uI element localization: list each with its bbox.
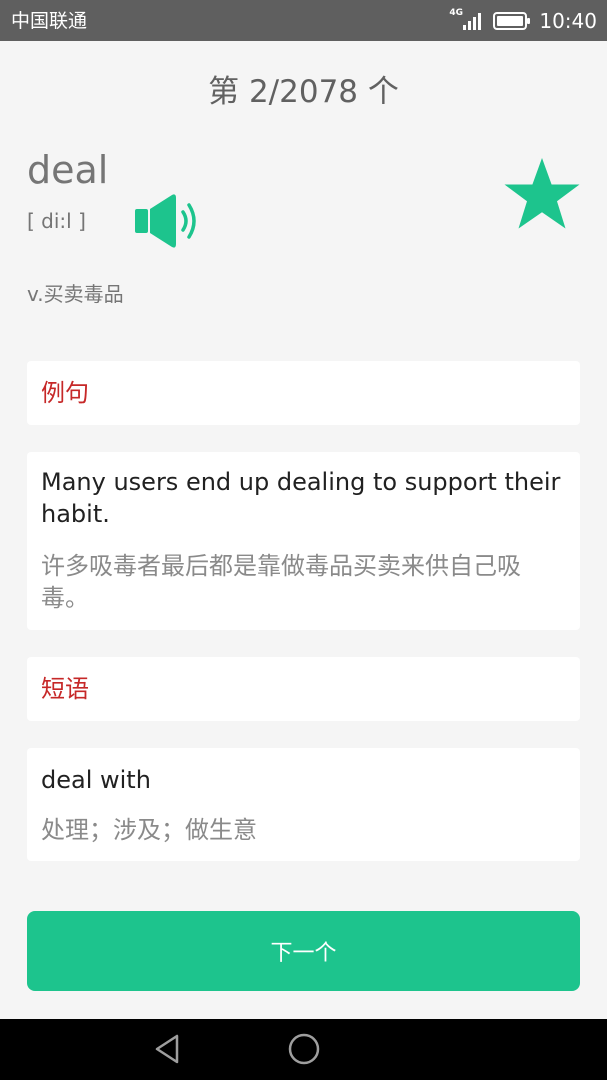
navigation-bar bbox=[0, 1019, 607, 1080]
phrases-header: 短语 bbox=[27, 657, 580, 721]
signal-icon: 4G bbox=[449, 8, 485, 32]
phrase-zh: 处理；涉及；做生意 bbox=[41, 816, 257, 844]
example-card: Many users end up dealing to support the… bbox=[27, 452, 580, 630]
examples-title: 例句 bbox=[41, 379, 89, 407]
example-sentence-en: Many users end up dealing to support the… bbox=[41, 468, 561, 528]
phrases-title: 短语 bbox=[41, 675, 89, 703]
clock: 10:40 bbox=[539, 9, 597, 33]
phrase-en: deal with bbox=[41, 766, 151, 794]
example-sentence-zh: 许多吸毒者最后都是靠做毒品买卖来供自己吸毒。 bbox=[41, 552, 521, 612]
status-bar: 中国联通 4G 10:40 bbox=[0, 0, 607, 41]
star-icon[interactable] bbox=[502, 156, 582, 234]
battery-icon bbox=[493, 12, 531, 30]
next-button[interactable]: 下一个 bbox=[27, 911, 580, 991]
phonetic-text: [ di:l ] bbox=[27, 209, 86, 233]
phrase-card: deal with 处理；涉及；做生意 bbox=[27, 748, 580, 861]
progress-counter: 第 2/2078 个 bbox=[208, 74, 399, 110]
carrier-name: 中国联通 bbox=[11, 10, 88, 32]
word-definition: v.买卖毒品 bbox=[27, 282, 124, 306]
speaker-icon[interactable] bbox=[132, 192, 204, 250]
back-icon[interactable] bbox=[150, 1031, 186, 1071]
home-icon[interactable] bbox=[286, 1031, 322, 1071]
examples-header: 例句 bbox=[27, 361, 580, 425]
word-title: deal bbox=[27, 148, 109, 192]
status-icons: 4G 10:40 bbox=[449, 6, 597, 36]
